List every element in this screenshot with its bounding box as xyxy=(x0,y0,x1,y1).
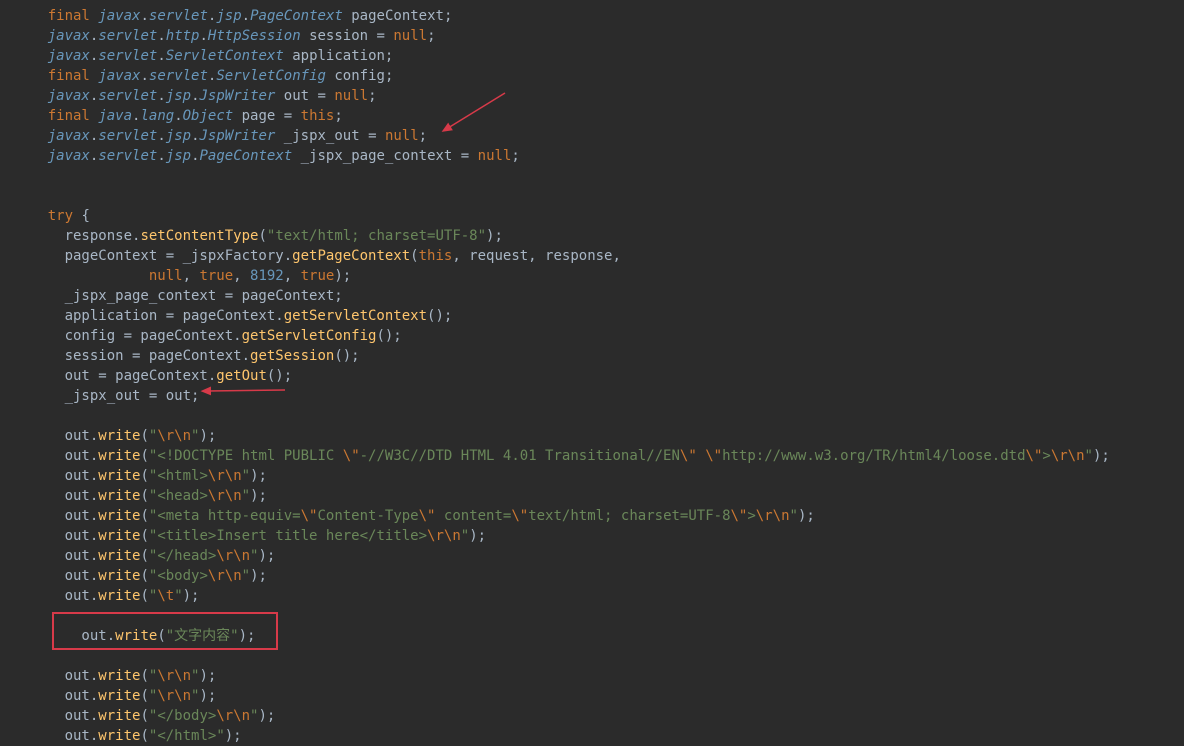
code-line[interactable]: out = pageContext.getOut(); xyxy=(14,366,1184,386)
code-line[interactable]: out.write("<meta http-equiv=\"Content-Ty… xyxy=(14,506,1184,526)
code-line[interactable]: final java.lang.Object page = this; xyxy=(14,106,1184,126)
code-line[interactable]: try { xyxy=(14,206,1184,226)
code-line[interactable]: session = pageContext.getSession(); xyxy=(14,346,1184,366)
code-line[interactable] xyxy=(14,166,1184,186)
code-line[interactable]: out.write("<body>\r\n"); xyxy=(14,566,1184,586)
code-line[interactable]: out.write("</html>"); xyxy=(14,726,1184,746)
code-line[interactable]: javax.servlet.jsp.JspWriter out = null; xyxy=(14,86,1184,106)
code-line[interactable]: application = pageContext.getServletCont… xyxy=(14,306,1184,326)
code-line[interactable]: _jspx_page_context = pageContext; xyxy=(14,286,1184,306)
code-line[interactable]: out.write("<head>\r\n"); xyxy=(14,486,1184,506)
code-line[interactable]: out.write("</head>\r\n"); xyxy=(14,546,1184,566)
code-editor[interactable]: final javax.servlet.jsp.PageContext page… xyxy=(0,0,1184,746)
code-line[interactable]: out.write("</body>\r\n"); xyxy=(14,706,1184,726)
code-line[interactable] xyxy=(14,606,1184,626)
code-line[interactable]: out.write("文字内容"); xyxy=(14,626,1184,646)
code-line[interactable]: javax.servlet.http.HttpSession session =… xyxy=(14,26,1184,46)
code-line[interactable]: out.write("<html>\r\n"); xyxy=(14,466,1184,486)
code-line[interactable]: out.write("\r\n"); xyxy=(14,426,1184,446)
code-line[interactable] xyxy=(14,646,1184,666)
code-line[interactable]: out.write("<!DOCTYPE html PUBLIC \"-//W3… xyxy=(14,446,1184,466)
code-line[interactable]: final javax.servlet.ServletConfig config… xyxy=(14,66,1184,86)
code-line[interactable]: _jspx_out = out; xyxy=(14,386,1184,406)
code-line[interactable]: out.write("\r\n"); xyxy=(14,666,1184,686)
code-line[interactable]: javax.servlet.jsp.JspWriter _jspx_out = … xyxy=(14,126,1184,146)
code-line[interactable]: out.write("\r\n"); xyxy=(14,686,1184,706)
code-line[interactable]: javax.servlet.jsp.PageContext _jspx_page… xyxy=(14,146,1184,166)
code-line[interactable]: javax.servlet.ServletContext application… xyxy=(14,46,1184,66)
code-line[interactable] xyxy=(14,406,1184,426)
code-line[interactable] xyxy=(14,186,1184,206)
code-line[interactable]: final javax.servlet.jsp.PageContext page… xyxy=(14,6,1184,26)
code-line[interactable]: out.write("<title>Insert title here</tit… xyxy=(14,526,1184,546)
code-line[interactable]: pageContext = _jspxFactory.getPageContex… xyxy=(14,246,1184,266)
code-line[interactable]: out.write("\t"); xyxy=(14,586,1184,606)
code-line[interactable]: response.setContentType("text/html; char… xyxy=(14,226,1184,246)
code-line[interactable]: null, true, 8192, true); xyxy=(14,266,1184,286)
code-line[interactable]: config = pageContext.getServletConfig(); xyxy=(14,326,1184,346)
